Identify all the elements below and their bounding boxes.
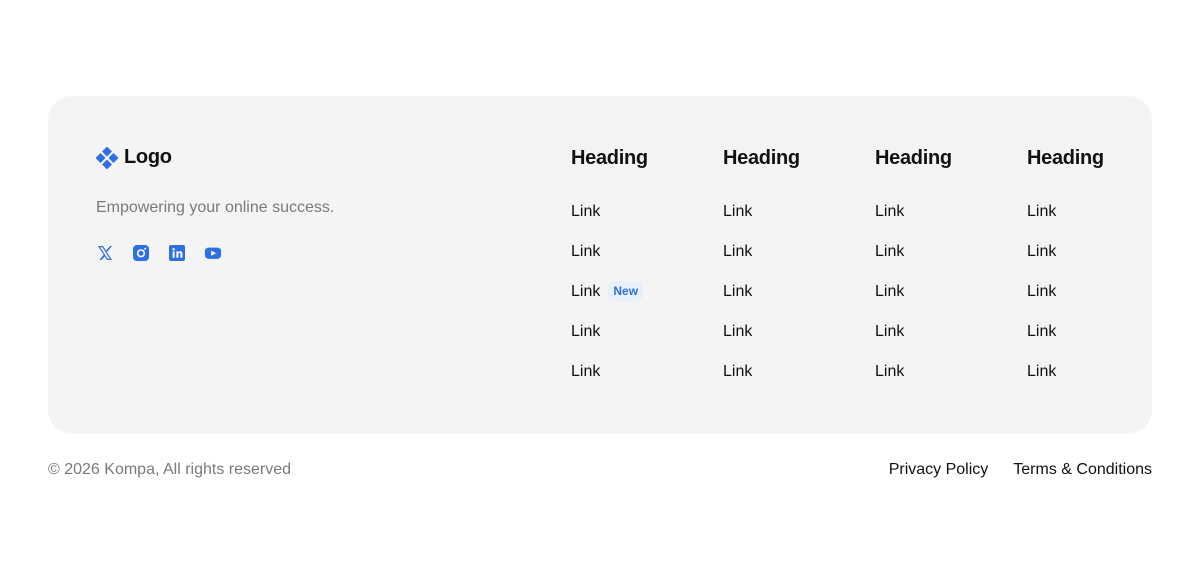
privacy-policy-link[interactable]: Privacy Policy	[889, 460, 989, 480]
tagline: Empowering your online success.	[96, 199, 335, 216]
footer-link[interactable]: Link	[875, 200, 904, 224]
list-item: Link	[875, 360, 1027, 400]
column-heading: Heading	[571, 147, 648, 169]
terms-conditions-link[interactable]: Terms & Conditions	[1013, 460, 1152, 480]
list-item: Link	[875, 240, 1027, 280]
column-heading: Heading	[723, 147, 800, 169]
footer-link[interactable]: Link	[723, 320, 752, 344]
footer-link[interactable]: Link	[1027, 200, 1056, 224]
footer-link[interactable]: Link	[1027, 280, 1056, 304]
footer-card: Logo Empowering your online success. Hea…	[48, 96, 1152, 434]
footer-link[interactable]: Link	[723, 360, 752, 384]
column-heading: Heading	[875, 147, 952, 169]
brand[interactable]: Logo	[96, 146, 172, 169]
list-item: Link	[571, 320, 723, 360]
list-item: Link	[875, 320, 1027, 360]
link-columns: Heading Link Link Link New Link Link Head…	[571, 144, 1104, 400]
footer-link[interactable]: Link	[571, 280, 600, 304]
footer-link[interactable]: Link	[1027, 320, 1056, 344]
footer-link[interactable]: Link	[1027, 360, 1056, 384]
list-item: Link	[875, 280, 1027, 320]
diamond-logo-icon	[96, 146, 118, 169]
footer-link[interactable]: Link	[875, 240, 904, 264]
footer-link[interactable]: Link	[875, 360, 904, 384]
list-item: Link	[723, 200, 875, 240]
list-item: Link	[723, 360, 875, 400]
list-item: Link	[571, 360, 723, 400]
list-item: Link	[723, 240, 875, 280]
brand-name: Logo	[124, 146, 172, 168]
footer-link[interactable]: Link	[723, 240, 752, 264]
footer-link[interactable]: Link	[875, 280, 904, 304]
list-item: Link	[1027, 280, 1104, 320]
linkedin-icon[interactable]	[168, 244, 186, 262]
x-icon[interactable]	[96, 244, 114, 262]
legal-links: Privacy Policy Terms & Conditions	[889, 460, 1152, 480]
list-item: Link	[1027, 200, 1104, 240]
footer-link[interactable]: Link	[571, 320, 600, 344]
column-heading: Heading	[1027, 147, 1104, 169]
list-item: Link	[1027, 320, 1104, 360]
list-item: Link	[1027, 240, 1104, 280]
footer-link[interactable]: Link	[723, 280, 752, 304]
list-item: Link	[571, 200, 723, 240]
link-column: Heading Link Link Link Link Link	[723, 144, 875, 400]
footer-link[interactable]: Link	[571, 360, 600, 384]
link-column: Heading Link Link Link Link Link	[875, 144, 1027, 400]
footer-link[interactable]: Link	[723, 200, 752, 224]
list-item: Link	[1027, 360, 1104, 400]
youtube-icon[interactable]	[204, 244, 222, 262]
instagram-icon[interactable]	[132, 244, 150, 262]
list-item: Link	[571, 240, 723, 280]
list-item: Link New	[571, 280, 723, 320]
list-item: Link	[875, 200, 1027, 240]
new-badge: New	[608, 281, 644, 301]
footer-link[interactable]: Link	[571, 240, 600, 264]
link-column: Heading Link Link Link New Link Link	[571, 144, 723, 400]
social-links	[96, 244, 222, 262]
copyright-text: © 2026 Kompa, All rights reserved	[48, 461, 292, 478]
list-item: Link	[723, 280, 875, 320]
footer-link[interactable]: Link	[571, 200, 600, 224]
footer-link[interactable]: Link	[875, 320, 904, 344]
list-item: Link	[723, 320, 875, 360]
footer-link[interactable]: Link	[1027, 240, 1056, 264]
link-column: Heading Link Link Link Link Link	[1027, 144, 1104, 400]
